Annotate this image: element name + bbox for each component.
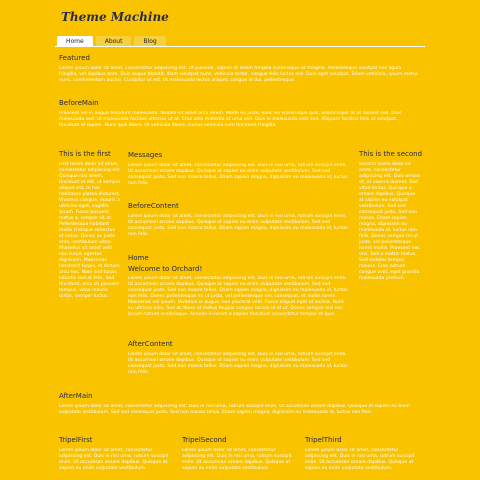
welcome-heading: Welcome to Orchard!: [128, 265, 203, 273]
nav-divider: [55, 46, 425, 47]
aside-first-body: First lorem dolor sit amet, consectetur …: [59, 162, 121, 299]
messages-body: Lorem ipsum dolor sit amet, consectetur …: [128, 163, 348, 186]
home-body: Lorem ipsum dolor sit amet, consectetur …: [128, 276, 348, 317]
home-heading: Home: [128, 254, 149, 262]
aftercontent-heading: AfterContent: [128, 340, 173, 348]
beforecontent-heading: BeforeContent: [128, 202, 179, 210]
featured-heading: Featured: [59, 54, 90, 62]
messages-heading: Messages: [128, 151, 163, 159]
beforemain-body: Praesent vel in augue tincidunt malesuad…: [59, 111, 402, 128]
aftercontent-body: Lorem ipsum dolor sit amet, consectetur …: [128, 352, 348, 375]
tripelthird-body: Lorem ipsum dolor sit amet, consectetur …: [305, 448, 415, 471]
aftermain-heading: AfterMain: [59, 392, 93, 400]
tripelthird-heading: TripelThird: [305, 436, 342, 444]
aftermain-body: Lorem ipsum dolor sit amet, consectetur …: [59, 404, 410, 415]
aside-first-heading: This is the first: [59, 150, 111, 158]
beforemain-heading: BeforeMain: [59, 99, 99, 107]
beforecontent-body: Lorem ipsum dolor sit amet, consectetur …: [128, 214, 348, 237]
aside-second-body: Second lorem dolor sit amet, consectetur…: [359, 162, 421, 281]
tripelsecond-heading: TripelSecond: [182, 436, 227, 444]
tripelfirst-body: Lorem ipsum dolor sit amet, consectetur …: [59, 448, 169, 471]
site-title: Theme Machine: [61, 10, 169, 24]
tripelfirst-heading: TripelFirst: [59, 436, 93, 444]
tripelsecond-body: Lorem ipsum dolor sit amet, consectetur …: [182, 448, 292, 471]
featured-body: Lorem ipsum dolor sit amet, consectetur …: [59, 66, 419, 83]
aside-second-heading: This is the second: [359, 150, 423, 158]
